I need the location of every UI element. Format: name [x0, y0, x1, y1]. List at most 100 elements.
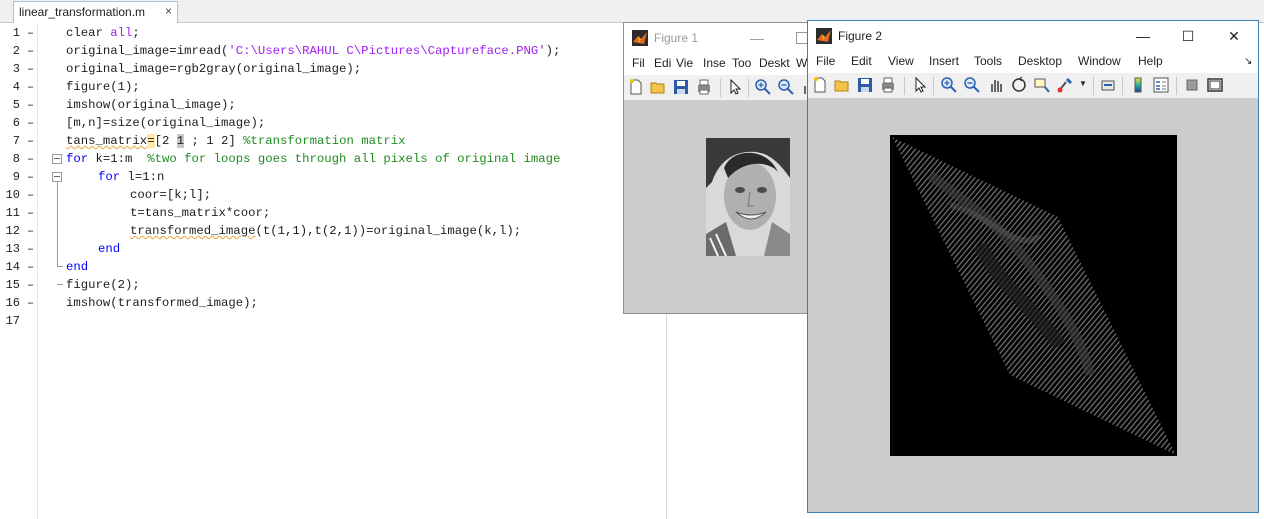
line-number: 9	[12, 170, 20, 184]
code-line-1[interactable]: clear all;	[66, 24, 140, 42]
code-keyword: for	[66, 152, 89, 166]
code-line-9[interactable]: for l=1:n	[98, 168, 164, 186]
menu-view[interactable]: View	[888, 54, 914, 68]
rotate-icon[interactable]	[1010, 76, 1028, 94]
matlab-logo-icon	[816, 28, 832, 44]
figure-2-canvas[interactable]	[808, 99, 1258, 512]
fold-toggle-inner-for[interactable]	[52, 172, 62, 182]
menu-tools[interactable]: Too	[732, 56, 751, 70]
brush-dropdown-icon[interactable]: ▼	[1079, 79, 1087, 88]
print-icon[interactable]	[879, 76, 897, 94]
menu-view[interactable]: Vie	[676, 56, 693, 70]
code-string: 'C:\Users\RAHUL C\Pictures\Captureface.P…	[228, 44, 546, 58]
breakpoint-marker[interactable]: –	[27, 204, 34, 222]
breakpoint-marker[interactable]: –	[27, 258, 34, 276]
brush-icon[interactable]	[1056, 76, 1074, 94]
code-keyword: for	[98, 170, 121, 184]
code-line-6[interactable]: [m,n]=size(original_image);	[66, 114, 265, 132]
menu-edit[interactable]: Edi	[654, 56, 671, 70]
toolbar-separator	[933, 77, 934, 95]
line-number: 8	[12, 152, 20, 166]
menu-insert[interactable]: Inse	[703, 56, 726, 70]
data-cursor-icon[interactable]	[1033, 76, 1051, 94]
line-number: 10	[5, 188, 20, 202]
line-number: 15	[5, 278, 20, 292]
menu-insert[interactable]: Insert	[929, 54, 959, 68]
code-line-15[interactable]: figure(2);	[66, 276, 140, 294]
colorbar-icon[interactable]	[1129, 76, 1147, 94]
code-token: l=1:n	[120, 170, 165, 184]
print-icon[interactable]	[695, 78, 713, 96]
code-line-11[interactable]: t=tans_matrix*coor;	[130, 204, 270, 222]
menu-window[interactable]: Window	[1078, 54, 1121, 68]
menu-tools[interactable]: Tools	[974, 54, 1002, 68]
new-figure-icon[interactable]	[811, 76, 829, 94]
breakpoint-marker[interactable]: –	[27, 168, 34, 186]
menu-desktop[interactable]: Deskt	[759, 56, 790, 70]
code-line-3[interactable]: original_image=rgb2gray(original_image);	[66, 60, 361, 78]
menu-window[interactable]: W	[796, 56, 807, 70]
figure-2-window[interactable]: Figure 2 — ☐ ✕ File Edit View Insert Too…	[807, 20, 1259, 513]
close-tab-icon[interactable]: ×	[165, 4, 172, 18]
menu-file[interactable]: File	[816, 54, 835, 68]
toolbar-separator	[904, 77, 905, 95]
code-line-10[interactable]: coor=[k;l];	[130, 186, 211, 204]
figure-1-titlebar[interactable]: Figure 1 —	[624, 23, 822, 53]
maximize-button[interactable]: ☐	[1173, 26, 1203, 46]
breakpoint-marker[interactable]: –	[27, 96, 34, 114]
menu-help[interactable]: Help	[1138, 54, 1163, 68]
figure-1-canvas[interactable]	[624, 101, 822, 313]
breakpoint-marker[interactable]: –	[27, 294, 34, 312]
tab-linear-transformation[interactable]: linear_transformation.m ×	[13, 1, 178, 23]
transformed-image	[890, 135, 1177, 456]
breakpoint-marker[interactable]: –	[27, 114, 34, 132]
zoom-out-icon[interactable]	[777, 78, 795, 96]
pointer-icon[interactable]	[726, 78, 744, 96]
breakpoint-marker[interactable]: –	[27, 150, 34, 168]
open-icon[interactable]	[649, 78, 667, 96]
code-line-5[interactable]: imshow(original_image);	[66, 96, 236, 114]
pan-icon[interactable]	[987, 76, 1005, 94]
save-icon[interactable]	[672, 78, 690, 96]
menu-edit[interactable]: Edit	[851, 54, 872, 68]
show-plot-tools-icon[interactable]	[1206, 76, 1224, 94]
legend-icon[interactable]	[1152, 76, 1170, 94]
code-line-16[interactable]: imshow(transformed_image);	[66, 294, 258, 312]
breakpoint-marker[interactable]: –	[27, 78, 34, 96]
close-button[interactable]: ✕	[1219, 26, 1249, 46]
breakpoint-marker[interactable]: –	[27, 276, 34, 294]
figure-2-titlebar[interactable]: Figure 2 — ☐ ✕	[808, 21, 1258, 51]
new-figure-icon[interactable]	[627, 78, 645, 96]
save-icon[interactable]	[856, 76, 874, 94]
breakpoint-marker[interactable]: –	[27, 240, 34, 258]
zoom-in-icon[interactable]	[940, 76, 958, 94]
breakpoint-marker[interactable]: –	[27, 60, 34, 78]
breakpoint-marker[interactable]: –	[27, 24, 34, 42]
zoom-out-icon[interactable]	[963, 76, 981, 94]
link-icon[interactable]	[1099, 76, 1117, 94]
code-line-2[interactable]: original_image=imread('C:\Users\RAHUL C\…	[66, 42, 560, 60]
breakpoint-marker[interactable]: –	[27, 186, 34, 204]
breakpoint-marker[interactable]: –	[27, 132, 34, 150]
code-line-4[interactable]: figure(1);	[66, 78, 140, 96]
code-line-14[interactable]: end	[66, 258, 88, 276]
minimize-button[interactable]: —	[742, 28, 772, 48]
open-icon[interactable]	[833, 76, 851, 94]
menu-desktop[interactable]: Desktop	[1018, 54, 1062, 68]
dock-arrow-icon[interactable]: ↘	[1244, 56, 1252, 67]
code-line-7[interactable]: tans_matrix=[2 1 ; 1 2] %transformation …	[66, 132, 406, 150]
code-line-8[interactable]: for k=1:m %two for loops goes through al…	[66, 150, 560, 168]
pointer-icon[interactable]	[911, 76, 929, 94]
minimize-button[interactable]: —	[1128, 26, 1158, 46]
fold-toggle-for[interactable]	[52, 154, 62, 164]
menu-file[interactable]: Fil	[632, 56, 645, 70]
hide-plot-tools-icon[interactable]	[1183, 76, 1201, 94]
breakpoint-marker[interactable]: –	[27, 222, 34, 240]
code-line-13[interactable]: end	[98, 240, 120, 258]
zoom-in-icon[interactable]	[754, 78, 772, 96]
code-editor[interactable]: 1 2 3 4 5 6 7 8 9 10 11 12 13 14 15 16 1…	[0, 23, 624, 519]
toolbar-separator	[748, 79, 749, 97]
figure-1-window[interactable]: Figure 1 — Fil Edi Vie Inse Too Deskt W	[623, 22, 823, 314]
code-line-12[interactable]: transformed_image(t(1,1),t(2,1))=origina…	[130, 222, 521, 240]
breakpoint-marker[interactable]: –	[27, 42, 34, 60]
